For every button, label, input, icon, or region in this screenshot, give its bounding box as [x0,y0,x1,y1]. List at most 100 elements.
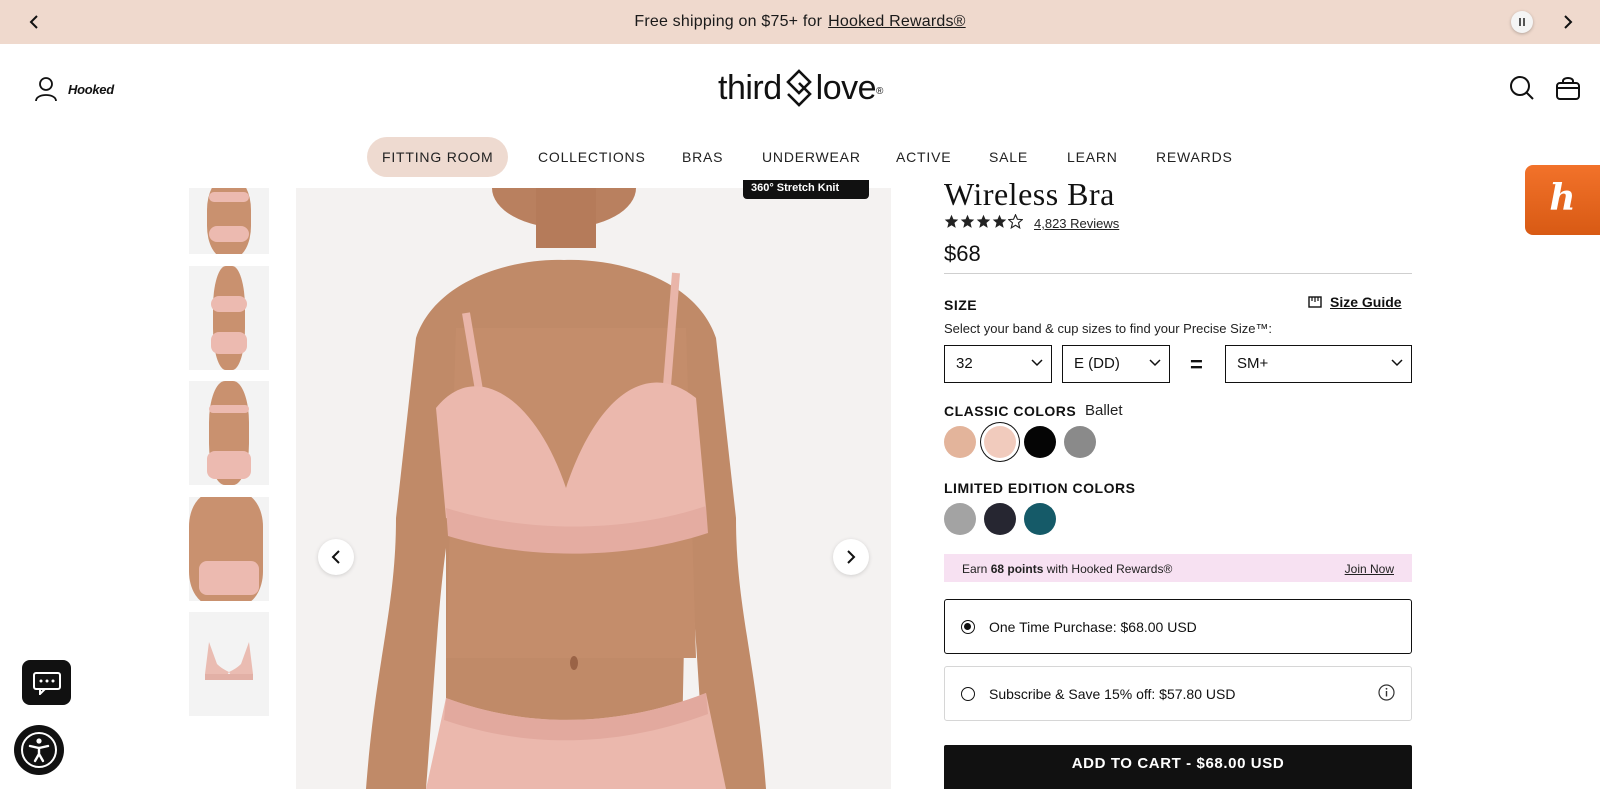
thumbnail-1[interactable] [189,188,269,254]
swatch-limited-grey[interactable] [944,503,976,535]
rewards-suffix: with Hooked Rewards® [1046,562,1173,576]
thumbnail-bra [209,405,249,413]
thumbnail-figure [213,266,245,370]
size-hint: Select your band & cup sizes to find you… [944,321,1273,336]
thumbnail-brief [207,451,251,479]
band-size-value: 32 [956,355,973,372]
site-header: Hooked third love ® [0,44,1600,134]
nav-bras[interactable]: BRAS [682,137,723,177]
thumbnail-brief [209,226,249,242]
reviews-link[interactable]: 4,823 Reviews [1034,216,1119,231]
swatch-grey[interactable] [1064,426,1096,458]
hooked-label: Hooked [68,81,114,97]
logo-registered: ® [876,85,883,97]
nav-active[interactable]: ACTIVE [896,137,951,177]
logo-text-love: love [815,68,877,107]
chat-icon [32,671,61,695]
limited-colors-label: LIMITED EDITION COLORS [944,480,1136,496]
pause-icon [1519,18,1525,26]
size-guide-label: Size Guide [1330,294,1402,310]
product-main-image [296,188,891,789]
nav-underwear[interactable]: UNDERWEAR [762,137,861,177]
info-icon[interactable] [1378,684,1395,701]
star-filled-icon [944,214,959,228]
search-icon [1510,76,1534,100]
thumbnail-4[interactable] [189,497,269,601]
accessibility-button[interactable] [14,725,64,775]
star-outline-icon [1008,214,1023,229]
one-time-purchase-label: One Time Purchase: $68.00 USD [989,619,1197,635]
site-logo[interactable]: third love ® [718,66,883,110]
rewards-text: Earn 68 points with Hooked Rewards® [962,562,1172,576]
user-icon [35,77,57,102]
cart-button[interactable] [1554,74,1582,102]
subscribe-save-option[interactable]: Subscribe & Save 15% off: $57.80 USD [944,666,1412,721]
main-nav: FITTING ROOM COLLECTIONS BRAS UNDERWEAR … [0,137,1600,177]
thumbnail-2[interactable] [189,266,269,370]
chevron-right-icon [1564,15,1573,29]
accessibility-icon [21,732,57,768]
precise-size-select[interactable]: SM+ [1225,345,1412,383]
announcement-text: Free shipping on $75+ for [634,13,823,30]
divider [944,273,1412,274]
swatch-limited-teal[interactable] [1024,503,1056,535]
nav-fitting-room[interactable]: FITTING ROOM [367,137,509,177]
thumbnail-bra [209,192,249,202]
selected-color-name: Ballet [1085,402,1123,419]
rewards-prefix: Earn [962,562,988,576]
cup-size-select[interactable]: E (DD) [1062,345,1170,383]
star-filled-icon [992,214,1007,228]
nav-collections[interactable]: COLLECTIONS [538,137,646,177]
radio-unselected[interactable] [961,687,975,701]
chevron-down-icon [1149,359,1161,367]
rewards-points: 68 points [990,562,1044,576]
thumbnail-bra [211,296,247,312]
subscribe-save-label: Subscribe & Save 15% off: $57.80 USD [989,686,1236,702]
pause-announcement-button[interactable] [1511,11,1533,33]
swatch-limited-navy[interactable] [984,503,1016,535]
equals-sign: = [1190,352,1203,377]
one-time-purchase-option[interactable]: One Time Purchase: $68.00 USD [944,599,1412,654]
image-prev-button[interactable] [318,539,354,575]
size-label: SIZE [944,297,978,313]
star-filled-icon [976,214,991,228]
image-next-button[interactable] [833,539,869,575]
swatch-black[interactable] [1024,426,1056,458]
cup-size-value: E (DD) [1074,355,1120,372]
account-link[interactable]: Hooked [34,76,114,102]
precise-size-value: SM+ [1237,355,1269,372]
nav-sale[interactable]: SALE [989,137,1028,177]
announcement-bar: Free shipping on $75+ for Hooked Rewards® [0,0,1600,44]
chat-button[interactable] [22,660,71,705]
band-size-select[interactable]: 32 [944,345,1052,383]
swatch-nude[interactable] [944,426,976,458]
nav-learn[interactable]: LEARN [1067,137,1118,177]
product-title: Wireless Bra [944,176,1115,206]
thumbnail-3[interactable] [189,381,269,485]
thumbnail-brief [199,561,259,595]
rewards-banner: Earn 68 points with Hooked Rewards® Join… [944,554,1412,582]
bra-flatlay-icon [205,642,253,680]
chevron-down-icon [1391,359,1403,367]
classic-colors-label: CLASSIC COLORS [944,403,1077,419]
logo-text-third: third [718,68,782,107]
search-button[interactable] [1508,74,1536,102]
hooked-rewards-link[interactable]: Hooked Rewards® [828,13,966,30]
product-price: $68 [944,241,981,266]
logo-mark-icon [785,69,812,107]
nav-rewards[interactable]: REWARDS [1156,137,1233,177]
honey-logo-icon: h [1549,177,1576,219]
announcement-message: Free shipping on $75+ for Hooked Rewards® [0,13,1600,31]
honey-extension-button[interactable]: h [1525,165,1600,235]
radio-selected[interactable] [961,620,975,634]
bag-icon [1556,77,1580,100]
thumbnail-5[interactable] [189,612,269,716]
chevron-down-icon [1031,359,1043,367]
swatch-ballet[interactable] [984,426,1016,458]
join-now-link[interactable]: Join Now [1345,562,1394,576]
chevron-left-icon [331,550,340,564]
chevron-right-icon [847,550,856,564]
size-guide-link[interactable]: Size Guide [1308,294,1402,310]
add-to-cart-button[interactable]: ADD TO CART - $68.00 USD [944,745,1412,789]
next-announcement-button[interactable] [1554,8,1582,36]
